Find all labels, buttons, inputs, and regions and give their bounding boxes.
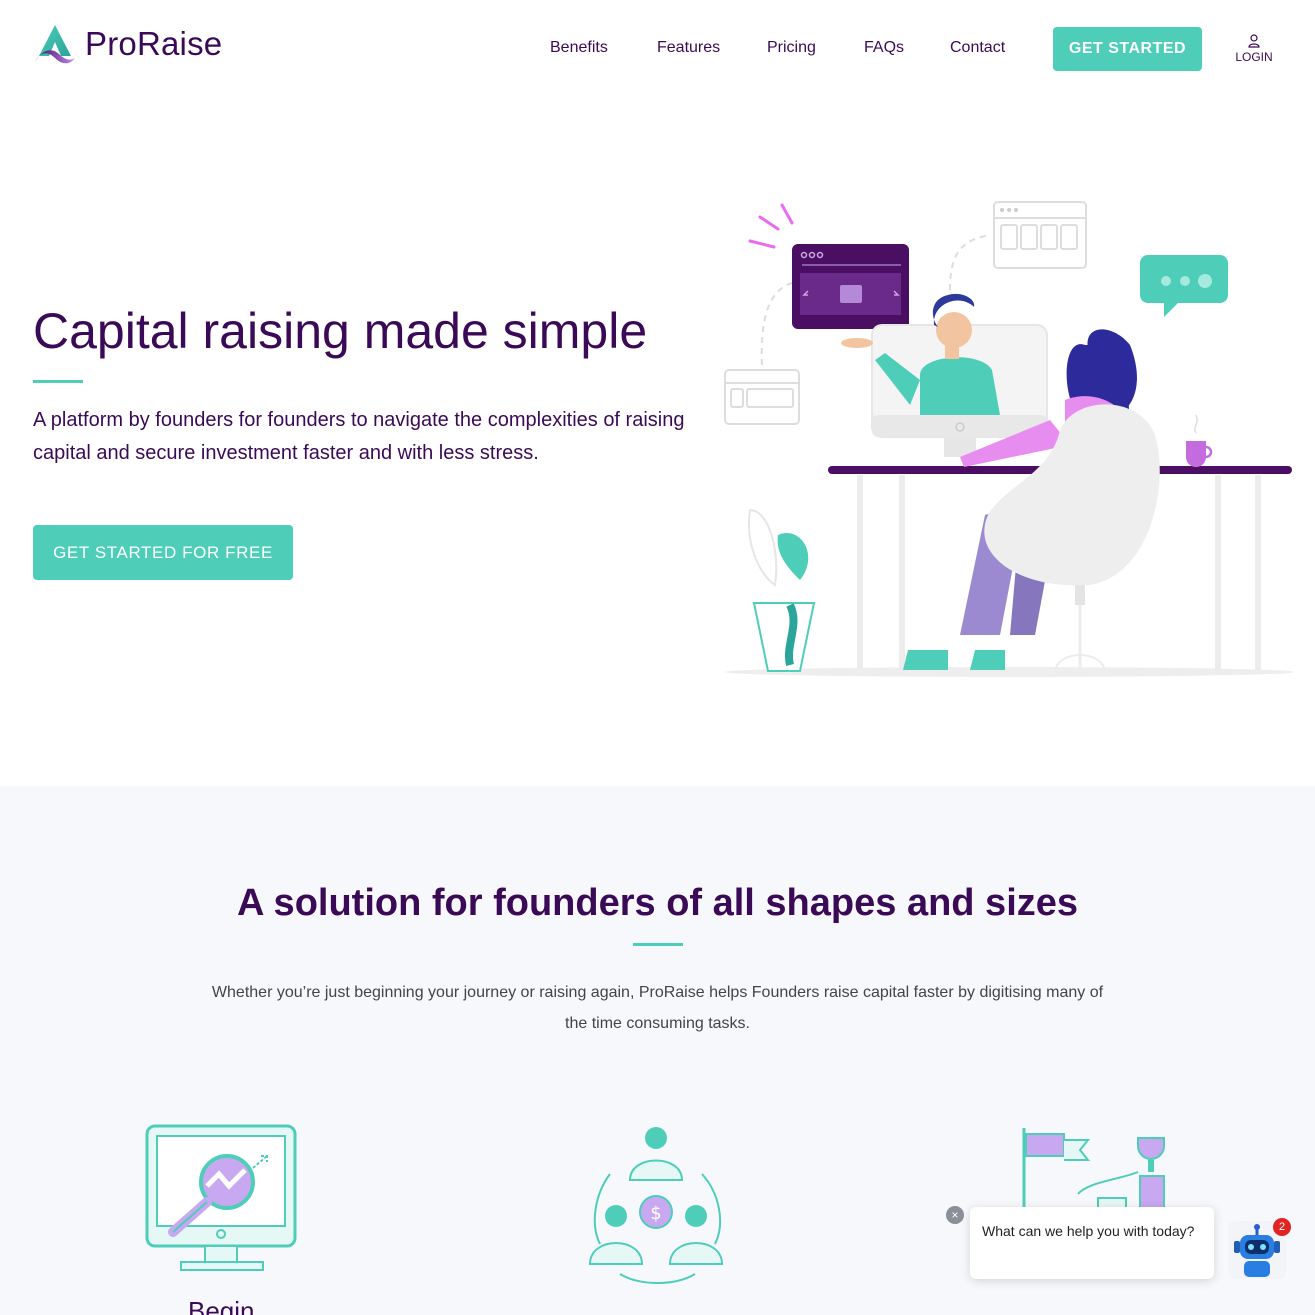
svg-text:$: $ (650, 1203, 661, 1224)
hero-divider (33, 380, 83, 383)
solutions-title: A solution for founders of all shapes an… (236, 882, 1079, 924)
sparkle-icon (748, 203, 794, 249)
mug-icon (1186, 414, 1213, 467)
hero-illustration (724, 201, 1295, 677)
browser-window-icon (993, 201, 1087, 269)
site-header: ProRaise Benefits Features Pricing FAQs … (0, 0, 1315, 100)
hero-subtitle: A platform by founders for founders to n… (33, 409, 685, 464)
nav-features[interactable]: Features (657, 39, 720, 57)
hero-title: Capital raising made simple (33, 303, 648, 359)
proraise-logo-icon (35, 25, 75, 64)
login-label: LOGIN (1235, 50, 1273, 64)
nav-benefits[interactable]: Benefits (550, 39, 608, 57)
solutions-divider (633, 943, 683, 946)
investors-network-icon: $ (588, 1127, 724, 1284)
monitor-search-icon (145, 1124, 297, 1271)
notification-badge: 2 (1273, 1218, 1291, 1236)
chat-close-button[interactable]: × (946, 1206, 964, 1224)
plant-icon (748, 508, 816, 672)
logo-text: ProRaise (85, 25, 223, 62)
presentation-panel-icon (792, 244, 909, 329)
browser-window-icon (724, 369, 800, 425)
nav-faqs[interactable]: FAQs (864, 39, 904, 57)
nav-pricing[interactable]: Pricing (767, 39, 816, 57)
nav-contact[interactable]: Contact (950, 39, 1005, 57)
chat-bubble-icon (1140, 255, 1228, 317)
logo[interactable]: ProRaise (33, 22, 222, 66)
solutions-subtitle: Whether you’re just beginning your journ… (211, 984, 1104, 1032)
get-started-button[interactable]: GET STARTED (1053, 27, 1202, 71)
user-icon (1248, 34, 1260, 48)
close-icon: × (951, 1208, 959, 1222)
get-started-free-button[interactable]: GET STARTED FOR FREE (33, 525, 293, 580)
feature-label-begin: Begin (188, 1296, 255, 1315)
login-link[interactable]: LOGIN (1232, 34, 1276, 64)
chat-message-bubble[interactable]: What can we help you with today? (970, 1207, 1214, 1279)
